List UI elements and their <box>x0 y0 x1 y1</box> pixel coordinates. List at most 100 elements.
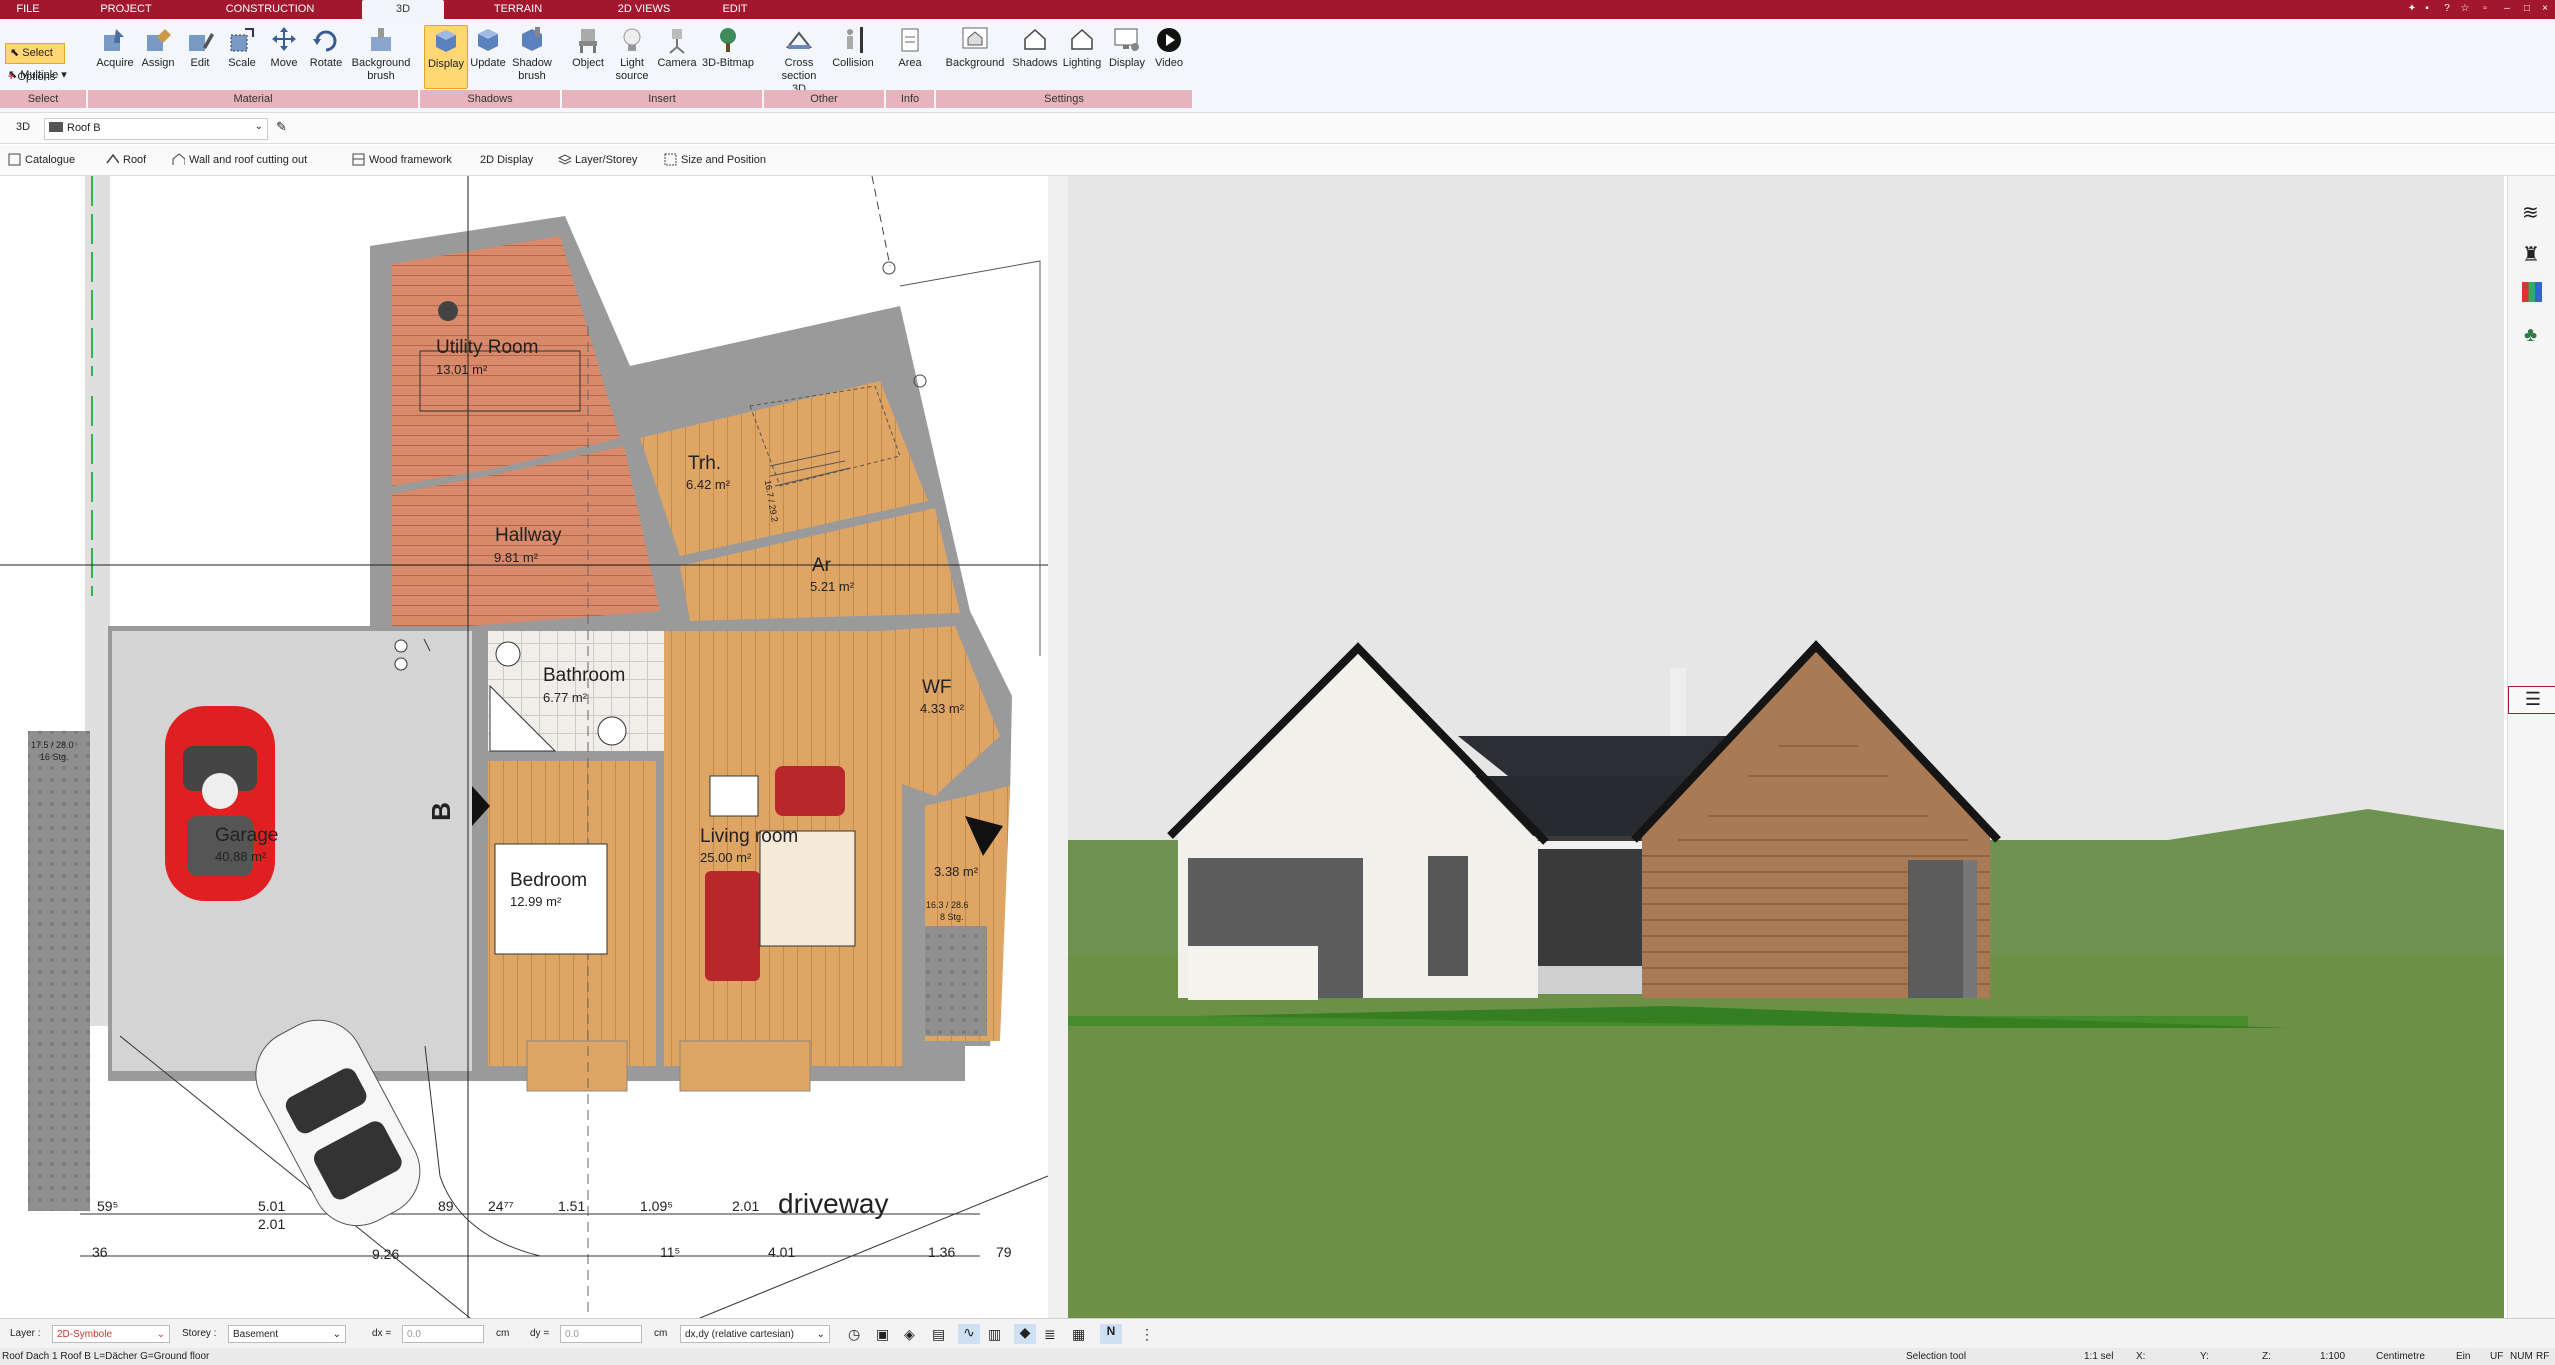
size-position-button[interactable]: Size and Position <box>664 151 766 169</box>
chevron-down-icon: ⌄ <box>254 121 263 132</box>
edit-icon <box>189 33 214 51</box>
dimension: 59⁵ <box>97 1198 119 1214</box>
2d-display-button[interactable]: 2D Display <box>464 151 533 169</box>
roof-icon <box>106 153 119 164</box>
room-area: 40.88 m² <box>215 849 267 864</box>
dimension: 4.01 <box>768 1244 796 1260</box>
shadow-brush-button[interactable]: Shadow brush <box>510 25 554 83</box>
object-toolbar: 3D Roof B ⌄ ✎ <box>0 113 2555 144</box>
dimension: 89 <box>438 1198 454 1214</box>
play-icon <box>1157 28 1181 52</box>
materials-icon[interactable] <box>2522 282 2542 302</box>
assign-icon <box>147 29 171 51</box>
help-icon[interactable]: ? <box>2440 2 2454 16</box>
status-bar: Layer : 2D-Symbole ⌄ Storey : Basement ⌄… <box>0 1318 2555 1349</box>
status-uf: UF <box>2490 1351 2504 1362</box>
room-area: 13.01 m² <box>436 362 488 377</box>
star-icon[interactable]: ☆ <box>2458 2 2472 16</box>
snap-icon[interactable]: ◈ <box>904 1326 915 1343</box>
tree-panel-icon[interactable]: ♣ <box>2524 324 2537 347</box>
area-button[interactable]: Area <box>892 25 928 70</box>
settings-icon[interactable]: ▪ <box>2420 2 2434 16</box>
coord-mode-select[interactable]: dx,dy (relative cartesian) ⌄ <box>680 1325 830 1343</box>
object-select[interactable]: Roof B ⌄ <box>44 118 268 140</box>
object-button[interactable]: Object <box>568 25 608 70</box>
north-icon[interactable]: N <box>1100 1324 1122 1344</box>
room-name: Ar <box>812 555 831 576</box>
size-icon <box>664 153 677 166</box>
move-button[interactable]: Move <box>266 25 302 70</box>
display-shadow-button[interactable]: Display <box>424 25 468 89</box>
tab-project[interactable]: PROJECT <box>98 0 154 19</box>
panel-menu-icon[interactable]: ☰ <box>2508 686 2555 714</box>
info-icon[interactable]: ▫ <box>2478 2 2492 16</box>
catalogue-button[interactable]: Catalogue <box>8 151 75 169</box>
dx-input[interactable]: 0.0 <box>402 1325 484 1343</box>
brush-icon <box>371 28 391 51</box>
roof-button[interactable]: Roof <box>106 151 146 169</box>
light-source-button[interactable]: Light source <box>610 25 654 83</box>
ortho-icon[interactable]: ∿ <box>958 1324 980 1344</box>
chair-icon <box>579 29 597 53</box>
room-area: 3.38 m² <box>934 864 979 879</box>
collision-button[interactable]: Collision <box>828 25 878 70</box>
wall-roof-cutout-button[interactable]: Wall and roof cutting out <box>172 151 307 169</box>
dy-input[interactable]: 0.0 <box>560 1325 642 1343</box>
tab-construction[interactable]: CONSTRUCTION <box>222 0 318 19</box>
tab-2d-views[interactable]: 2D VIEWS <box>612 0 676 19</box>
dimension: 9.26 <box>372 1246 400 1262</box>
room-area: 9.81 m² <box>494 550 539 565</box>
background-button[interactable]: Background <box>942 25 1008 70</box>
grid-snap-icon[interactable]: ▤ <box>932 1326 945 1343</box>
lines-icon[interactable]: ≣ <box>1044 1326 1056 1343</box>
close-icon[interactable]: × <box>2538 2 2552 16</box>
acquire-button[interactable]: Acquire <box>94 25 136 70</box>
tab-terrain[interactable]: TERRAIN <box>490 0 546 19</box>
more-icon[interactable]: ⋮ <box>1140 1326 1154 1343</box>
storey-select[interactable]: Basement ⌄ <box>228 1325 346 1343</box>
status-y: Y: <box>2200 1351 2209 1362</box>
wrench-icon[interactable]: ✦ <box>2405 2 2419 16</box>
maximize-icon[interactable]: □ <box>2520 2 2534 16</box>
update-button[interactable]: Update <box>468 25 508 70</box>
furniture-icon[interactable]: ♜ <box>2522 242 2540 267</box>
rotate-button[interactable]: Rotate <box>304 25 348 70</box>
tab-file[interactable]: FILE <box>8 0 48 19</box>
stair-label: 17.5 / 28.0 <box>31 740 74 750</box>
camera-button[interactable]: Camera <box>656 25 698 70</box>
background-brush-button[interactable]: Background brush <box>348 25 414 83</box>
layer-storey-button[interactable]: Layer/Storey <box>558 151 637 169</box>
scale-button[interactable]: Scale <box>222 25 262 70</box>
assign-button[interactable]: Assign <box>138 25 178 70</box>
pencil-icon[interactable]: ✎ <box>276 119 287 135</box>
camera-view-icon[interactable]: ▣ <box>876 1326 889 1343</box>
acquire-icon <box>104 29 124 51</box>
edit-button[interactable]: Edit <box>182 25 218 70</box>
shadows-button[interactable]: Shadows <box>1010 25 1060 70</box>
floor-plan-view[interactable]: Utility Room 13.01 m² Trh. 6.42 m² Hallw… <box>0 176 1048 1318</box>
3d-bitmap-button[interactable]: 3D-Bitmap <box>700 25 756 70</box>
video-button[interactable]: Video <box>1150 25 1188 70</box>
shadows-house-icon <box>1024 28 1046 50</box>
options-button[interactable]: + Options <box>8 71 55 83</box>
tab-edit[interactable]: EDIT <box>718 0 752 19</box>
view-splitter[interactable] <box>1048 176 1068 1318</box>
display-cube-icon <box>436 30 456 52</box>
lighting-button[interactable]: Lighting <box>1060 25 1104 70</box>
fill-icon[interactable]: ◆ <box>1014 1324 1036 1344</box>
group-info-label: Info <box>886 90 934 108</box>
layer-select[interactable]: 2D-Symbole ⌄ <box>52 1325 170 1343</box>
room-name: Trh. <box>688 453 722 474</box>
minimize-icon[interactable]: – <box>2500 2 2514 16</box>
display-settings-button[interactable]: Display <box>1106 25 1148 70</box>
clock-icon[interactable]: ◷ <box>848 1326 860 1343</box>
grid-icon[interactable]: ▦ <box>1072 1326 1085 1343</box>
hatch-icon[interactable]: ▥ <box>988 1326 1001 1343</box>
view-mode-label: 3D <box>16 121 31 133</box>
dimension: 24⁷⁷ <box>488 1198 514 1214</box>
tab-3d[interactable]: 3D <box>362 0 444 19</box>
cross-section-3d-button[interactable]: Cross section 3D <box>776 25 822 96</box>
layers-panel-icon[interactable]: ≋ <box>2522 200 2539 225</box>
wood-framework-button[interactable]: Wood framework <box>352 151 452 169</box>
3d-view[interactable] <box>1068 176 2504 1318</box>
